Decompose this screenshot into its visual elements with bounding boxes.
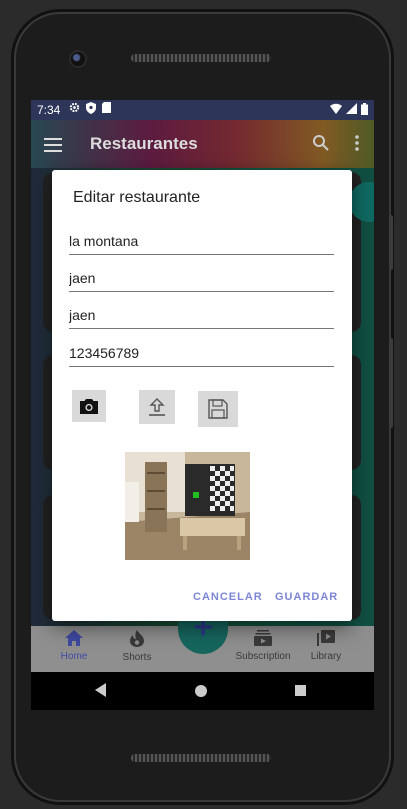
back-icon[interactable] — [95, 683, 106, 697]
save-icon — [208, 399, 228, 419]
menu-icon[interactable] — [44, 138, 62, 152]
signal-icon — [346, 103, 357, 114]
city-field[interactable] — [69, 265, 334, 292]
nav-subscription-label: Subscription — [235, 651, 291, 662]
save-image-button[interactable] — [198, 391, 238, 427]
volume-button — [389, 215, 393, 270]
top-speaker — [131, 54, 271, 62]
home-icon — [65, 630, 83, 646]
app-bar: Restaurantes — [31, 120, 374, 168]
phone-field[interactable] — [69, 340, 334, 367]
subscriptions-icon — [254, 630, 272, 646]
name-field[interactable] — [69, 228, 334, 255]
province-field[interactable] — [69, 302, 334, 329]
nav-subscription[interactable]: Subscription — [228, 630, 298, 662]
status-time: 7:34 — [37, 103, 61, 117]
recents-icon[interactable] — [295, 685, 306, 696]
nav-home[interactable]: Home — [39, 630, 109, 662]
upload-icon — [149, 398, 165, 416]
library-icon — [317, 630, 335, 646]
nav-shorts-label: Shorts — [122, 652, 152, 663]
shield-icon — [86, 102, 96, 114]
dialog-title: Editar restaurante — [73, 189, 201, 206]
nav-library[interactable]: Library — [291, 630, 361, 662]
nav-home-label: Home — [60, 651, 88, 662]
gear-icon — [69, 102, 80, 113]
take-photo-button[interactable] — [72, 390, 106, 422]
edit-restaurant-dialog: Editar restaurante la montana jaen jaen … — [52, 170, 352, 621]
restaurant-image-preview — [125, 452, 250, 560]
wifi-icon — [330, 103, 342, 114]
bottom-speaker — [131, 754, 271, 762]
sd-card-icon — [102, 102, 111, 113]
flame-icon — [130, 630, 144, 647]
app-title: Restaurantes — [90, 134, 198, 153]
power-button — [389, 338, 393, 428]
battery-icon — [361, 103, 368, 115]
nav-library-label: Library — [310, 651, 342, 662]
system-navigation-bar — [31, 672, 374, 710]
search-icon[interactable] — [312, 134, 330, 152]
status-bar: 7:34 — [31, 100, 374, 120]
overflow-icon[interactable] — [354, 134, 360, 152]
cancel-button[interactable]: CANCELAR — [193, 591, 263, 603]
nav-shorts[interactable]: Shorts — [102, 630, 172, 663]
front-camera — [71, 52, 85, 66]
upload-image-button[interactable] — [139, 390, 175, 424]
save-button[interactable]: GUARDAR — [275, 591, 338, 603]
camera-icon — [80, 398, 98, 414]
home-button-icon[interactable] — [195, 685, 207, 697]
